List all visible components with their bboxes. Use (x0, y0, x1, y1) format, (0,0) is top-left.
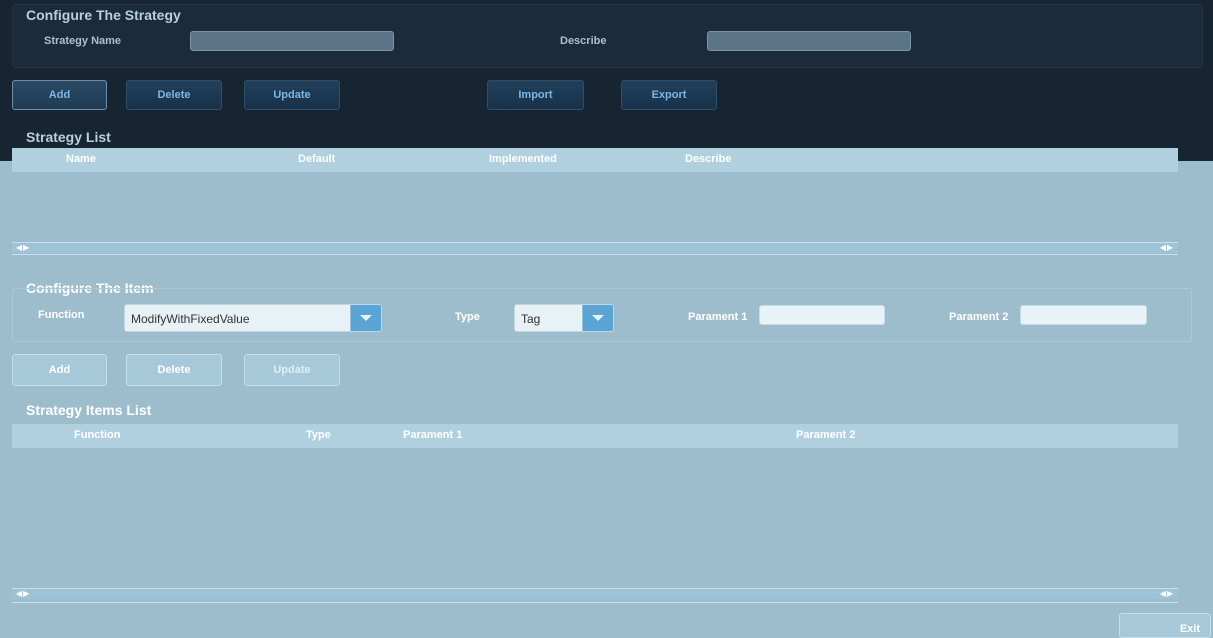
type-select[interactable]: Tag (514, 304, 614, 332)
strategy-name-label: Strategy Name (44, 35, 122, 47)
function-select-value: ModifyWithFixedValue (131, 312, 250, 326)
param1-label: Parament 1 (688, 311, 748, 323)
items-list-title: Strategy Items List (26, 402, 152, 418)
strategy-delete-button[interactable]: Delete (126, 80, 222, 110)
strategy-export-button[interactable]: Export (621, 80, 717, 110)
item-delete-button[interactable]: Delete (126, 354, 222, 386)
describe-input[interactable] (707, 31, 911, 51)
describe-label: Describe (560, 35, 607, 47)
column-describe[interactable]: Describe (685, 153, 731, 165)
param2-input[interactable] (1020, 305, 1147, 325)
exit-button[interactable]: Exit (1119, 613, 1211, 638)
strategy-items-header: Function Type Parament 1 Parament 2 (12, 424, 1178, 448)
param1-input[interactable] (759, 305, 885, 325)
strategy-items-hscrollbar[interactable]: ◀▶ ◀▶ (12, 588, 1178, 599)
function-select[interactable]: ModifyWithFixedValue (124, 304, 382, 332)
function-label: Function (38, 309, 85, 321)
strategy-items-table: Function Type Parament 1 Parament 2 ◀▶ ◀… (12, 424, 1178, 603)
column-type[interactable]: Type (306, 429, 331, 441)
strategy-list-hscrollbar[interactable]: ◀▶ ◀▶ (12, 242, 1178, 253)
strategy-list-title: Strategy List (26, 129, 111, 145)
strategy-add-button[interactable]: Add (12, 80, 107, 110)
scroll-right-arrows[interactable]: ◀▶ (1160, 589, 1174, 598)
strategy-import-button[interactable]: Import (487, 80, 584, 110)
strategy-name-input[interactable] (190, 31, 394, 51)
strategy-update-button[interactable]: Update (244, 80, 340, 110)
chevron-down-icon[interactable] (350, 305, 381, 331)
scroll-right-arrows[interactable]: ◀▶ (1160, 243, 1174, 252)
column-param2[interactable]: Parament 2 (796, 429, 855, 441)
strategy-list-header: Name Default Implemented Describe (12, 148, 1178, 172)
strategy-list-table: Name Default Implemented Describe ◀▶ ◀▶ (12, 148, 1178, 255)
column-param1[interactable]: Parament 1 (403, 429, 462, 441)
type-label: Type (455, 311, 480, 323)
item-update-button[interactable]: Update (244, 354, 340, 386)
chevron-down-icon[interactable] (582, 305, 613, 331)
column-function[interactable]: Function (74, 429, 120, 441)
scroll-left-arrows[interactable]: ◀▶ (16, 589, 30, 598)
column-name[interactable]: Name (66, 153, 96, 165)
strategy-config-title: Configure The Strategy (26, 7, 181, 23)
column-implemented[interactable]: Implemented (489, 153, 557, 165)
column-default[interactable]: Default (298, 153, 335, 165)
item-add-button[interactable]: Add (12, 354, 107, 386)
param2-label: Parament 2 (949, 311, 1009, 323)
scroll-left-arrows[interactable]: ◀▶ (16, 243, 30, 252)
type-select-value: Tag (521, 312, 541, 326)
